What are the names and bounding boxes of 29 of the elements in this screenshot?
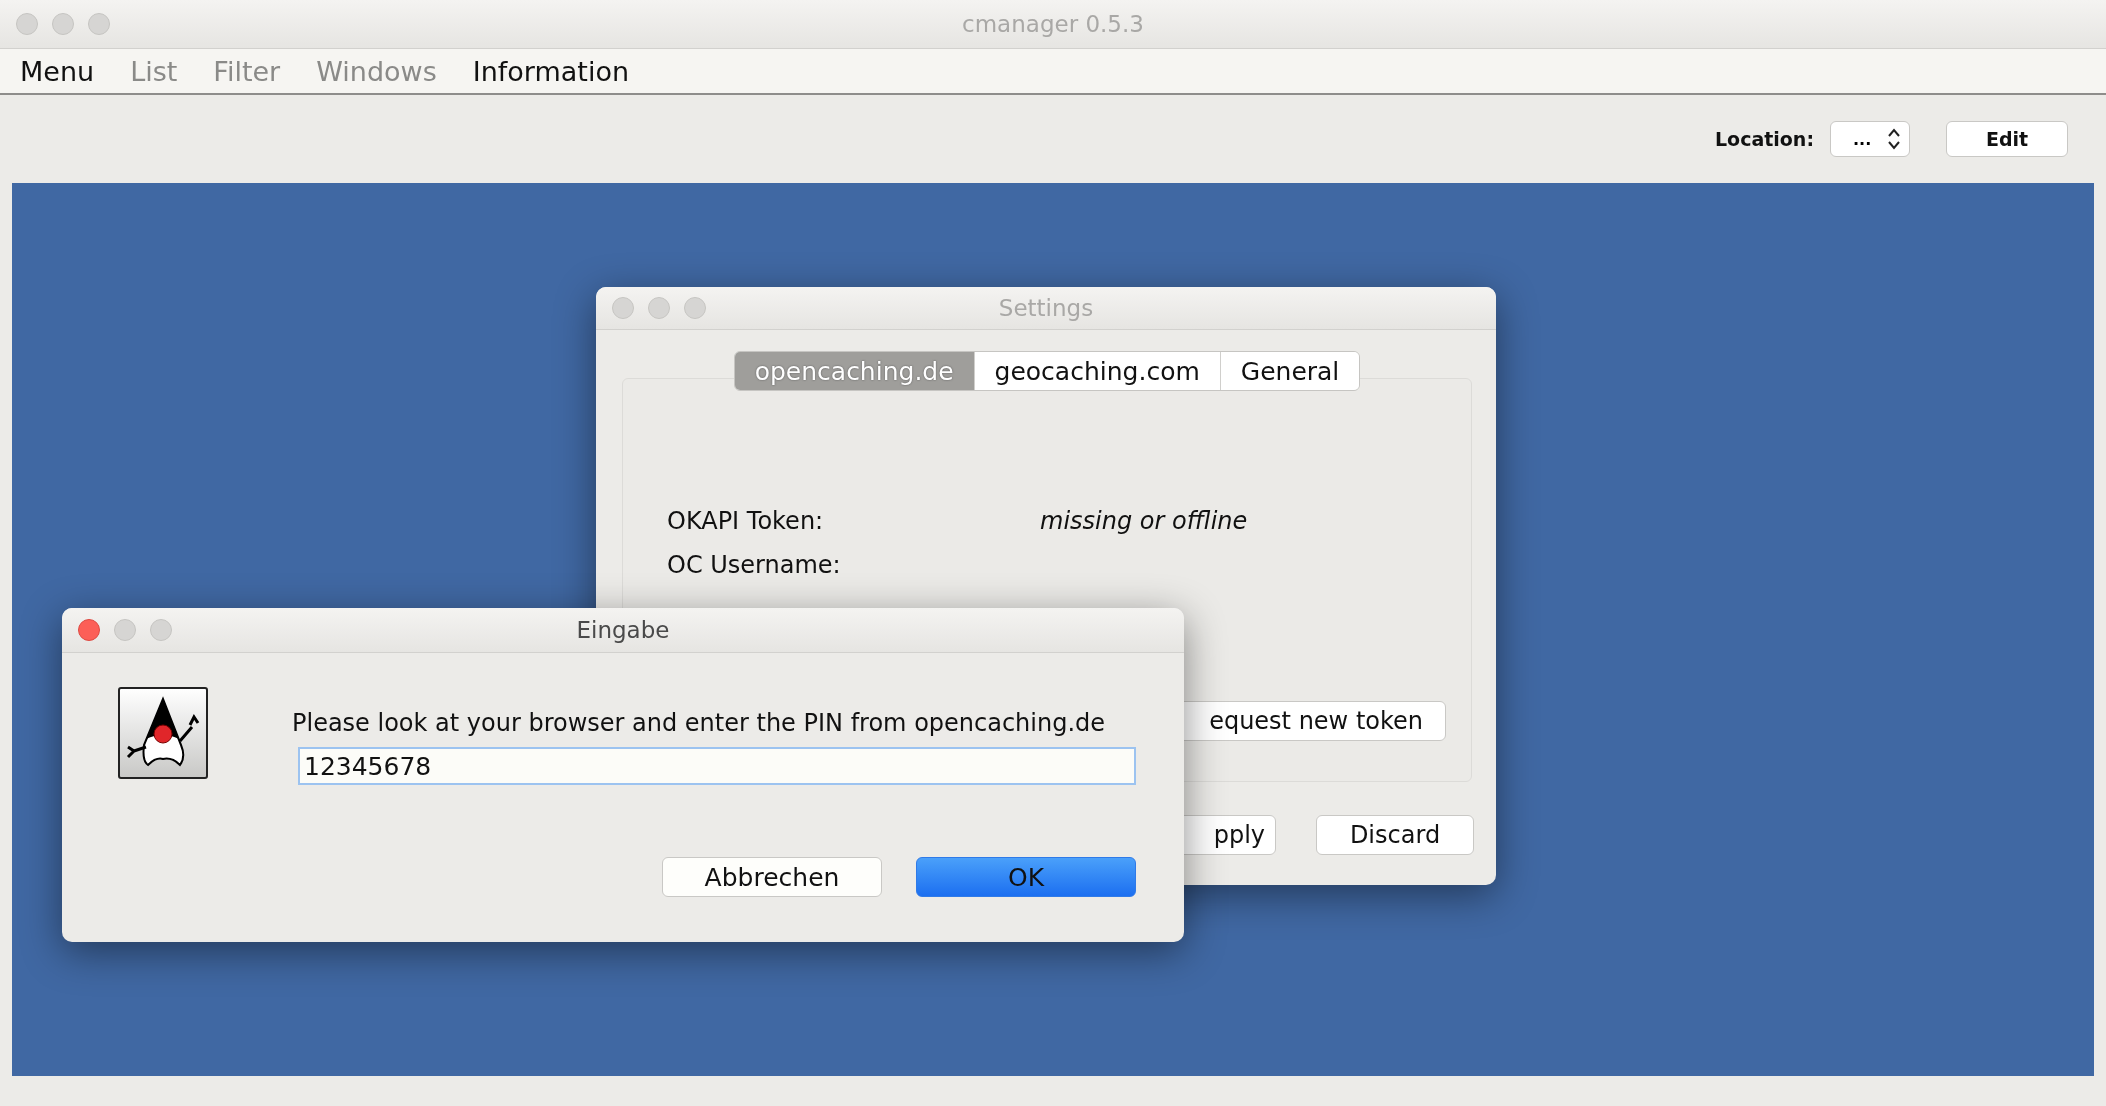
dialog-title: Eingabe	[576, 617, 670, 643]
mascot-icon	[118, 687, 208, 779]
zoom-button[interactable]	[684, 297, 706, 319]
zoom-button[interactable]	[88, 13, 110, 35]
tab[interactable]: geocaching.com	[973, 352, 1220, 390]
tab[interactable]: General	[1219, 352, 1360, 390]
field-value: missing or offline	[1040, 507, 1249, 535]
discard-button[interactable]: Discard	[1316, 815, 1474, 855]
edit-button[interactable]: Edit	[1946, 121, 2068, 157]
zoom-button[interactable]	[150, 619, 172, 641]
chevron-up-down-icon	[1887, 127, 1901, 151]
location-label: Location:	[1714, 128, 1814, 150]
minimize-button[interactable]	[114, 619, 136, 641]
field-label: OC Username:	[667, 551, 842, 579]
location-spinner[interactable]: ...	[1830, 121, 1910, 157]
minimize-button[interactable]	[648, 297, 670, 319]
close-button[interactable]	[78, 619, 100, 641]
close-button[interactable]	[612, 297, 634, 319]
dialog-title: Settings	[998, 295, 1094, 321]
field-label: OKAPI Token:	[667, 507, 825, 535]
cancel-button[interactable]: Abbrechen	[662, 857, 882, 897]
pin-input-field[interactable]: 12345678	[298, 747, 1136, 785]
window-title: cmanager 0.5.3	[962, 11, 1144, 37]
close-button[interactable]	[16, 13, 38, 35]
menu-item[interactable]: Information	[472, 55, 630, 87]
menu-item[interactable]: Menu	[20, 55, 95, 87]
prompt-message: Please look at your browser and enter the PIN from opencaching.de	[292, 709, 1107, 737]
minimize-button[interactable]	[52, 13, 74, 35]
ok-button[interactable]: OK	[916, 857, 1136, 897]
